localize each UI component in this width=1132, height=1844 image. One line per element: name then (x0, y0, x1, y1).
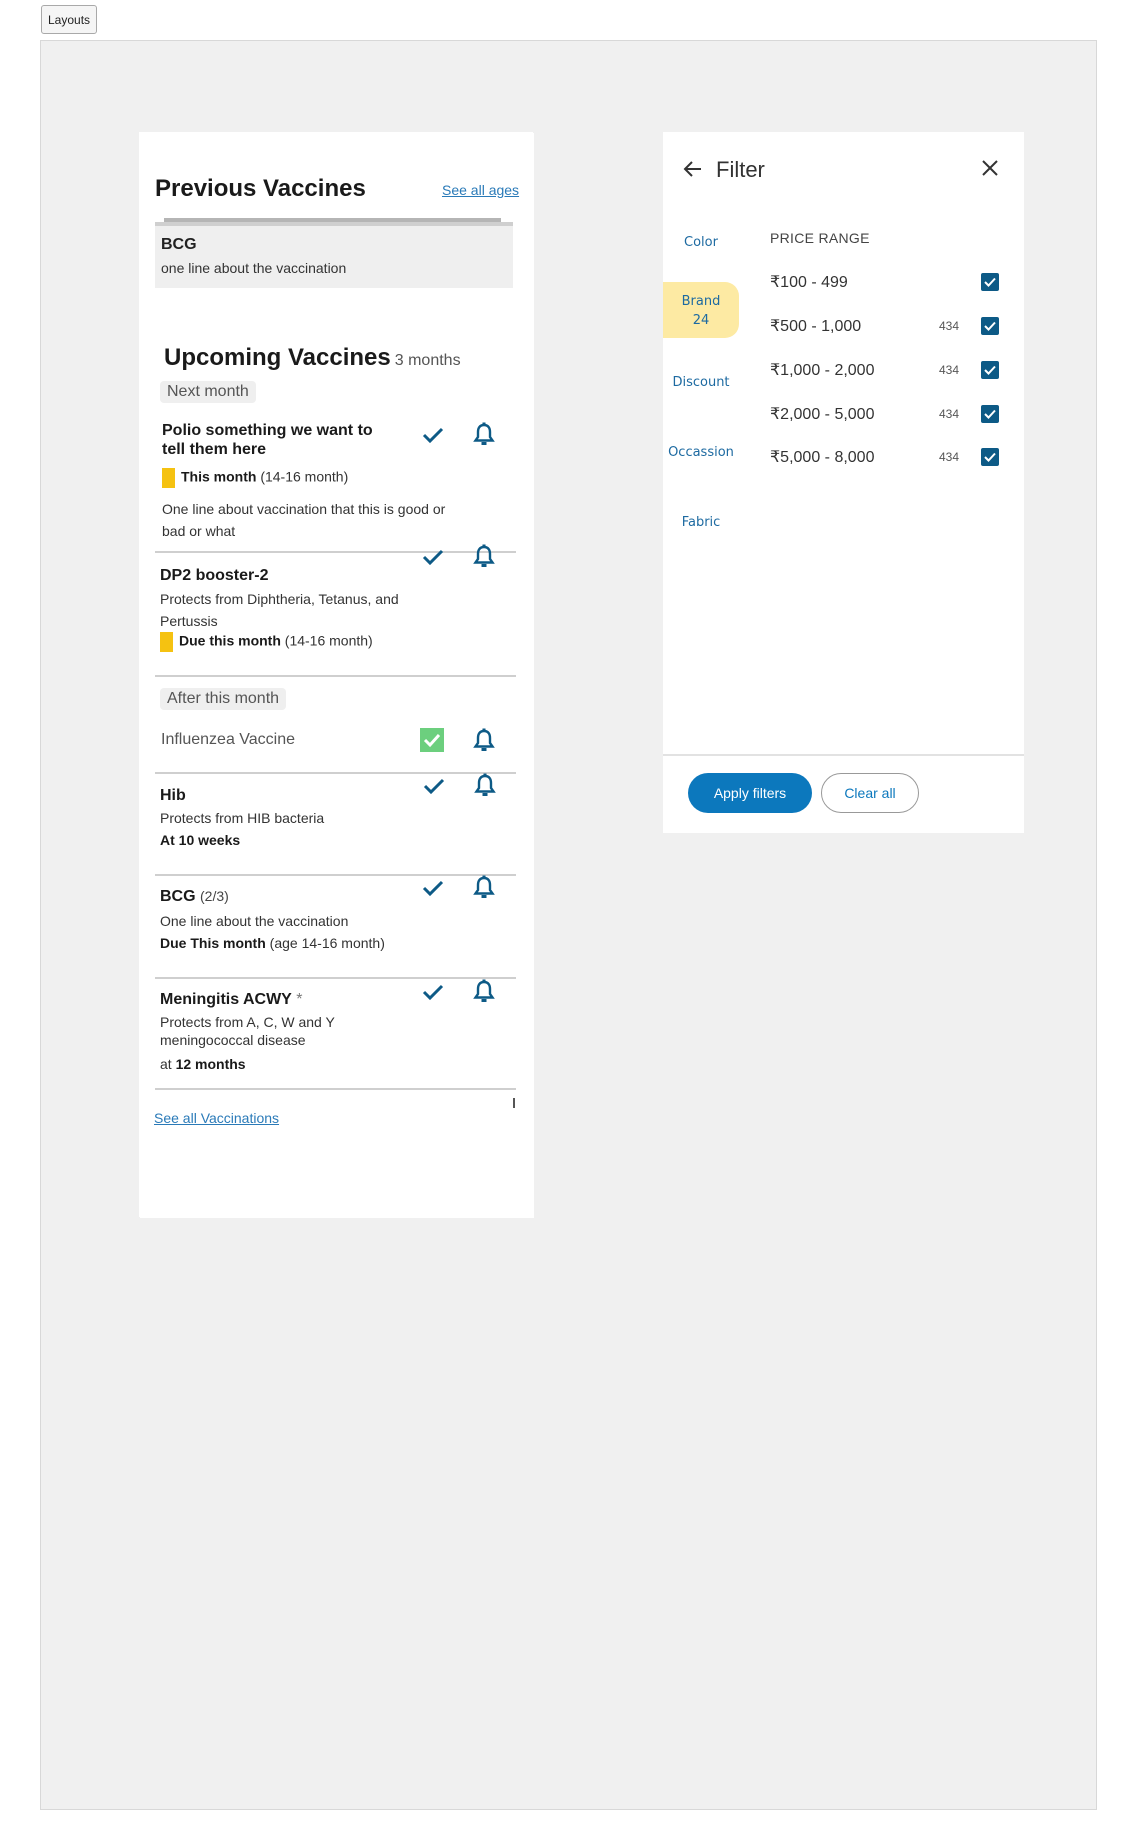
price-range-count: 434 (939, 363, 960, 377)
vaccine-title: BCG (160, 888, 196, 905)
price-range-checkbox[interactable] (981, 273, 999, 291)
filter-tab-brand[interactable]: Brand 24 (663, 282, 739, 338)
when-prefix: at (160, 1056, 176, 1072)
upcoming-vaccines-title: Upcoming Vaccines 3 months (164, 344, 461, 372)
due-strong: Due This month (160, 935, 266, 951)
vaccine-desc: Protects from Diphtheria, Tetanus, and P… (160, 591, 399, 629)
vaccine-due: Due This month (age 14-16 month) (160, 935, 385, 951)
see-all-ages-link[interactable]: See all ages (442, 182, 519, 198)
divider (155, 1088, 516, 1090)
tab-label: Brand (681, 294, 721, 309)
due-strong: Due this month (179, 632, 281, 649)
previous-vaccine-card[interactable]: BCG one line about the vaccination (155, 222, 513, 288)
vaccine-polio[interactable]: Polio something we want to tell them her… (162, 421, 377, 459)
next-month-chip: Next month (160, 381, 256, 403)
price-range-checkbox[interactable] (981, 448, 999, 466)
vaccine-influenza[interactable]: Influenzea Vaccine (161, 731, 295, 749)
bell-icon[interactable] (473, 544, 495, 568)
previous-vaccine-name: BCG (161, 236, 197, 253)
upcoming-title-text: Upcoming Vaccines (164, 344, 391, 371)
bell-icon[interactable] (473, 875, 495, 899)
when-strong: 12 months (175, 1056, 246, 1072)
previous-vaccine-desc: one line about the vaccination (161, 260, 347, 276)
divider (155, 772, 516, 774)
check-icon[interactable] (422, 983, 444, 1001)
filter-tab-fabric[interactable]: Fabric (663, 515, 739, 530)
clear-all-button[interactable]: Clear all (821, 773, 919, 813)
upcoming-subtitle: 3 months (394, 352, 461, 369)
vaccine-desc: Protects from A, C, W and Y meningococca… (160, 1014, 335, 1048)
bell-icon[interactable] (473, 422, 495, 446)
price-range-label[interactable]: ₹500 - 1,000 (770, 316, 861, 336)
vaccine-title: Meningitis ACWY (160, 991, 292, 1008)
check-icon[interactable] (422, 879, 444, 897)
price-range-label[interactable]: ₹100 - 499 (770, 272, 848, 292)
after-this-month-chip: After this month (160, 688, 287, 710)
filter-tab-color[interactable]: Color (663, 235, 739, 250)
asterisk-mark: * (296, 991, 303, 1008)
due-indicator (160, 632, 173, 652)
filter-tab-discount[interactable]: Discount (663, 375, 739, 390)
footer-divider (663, 754, 1024, 756)
vaccine-desc: One line about vaccination that this is … (162, 501, 446, 539)
price-range-checkbox[interactable] (981, 361, 999, 379)
vaccine-dose: (2/3) (200, 888, 229, 904)
vaccine-hib-title[interactable]: Hib (160, 786, 186, 805)
due-rest: (14-16 month) (280, 632, 373, 649)
filter-panel: Filter Color Brand 24 Discount Occassion… (663, 132, 1024, 833)
vaccine-desc: Protects from HIB bacteria (160, 810, 325, 826)
bell-icon[interactable] (473, 979, 495, 1003)
tab-count: 24 (692, 313, 710, 328)
scroll-marker (513, 1098, 515, 1108)
price-range-count: 434 (939, 407, 960, 421)
due-rest: (age 14-16 month) (265, 935, 385, 951)
price-range-label[interactable]: ₹1,000 - 2,000 (770, 360, 874, 380)
price-range-label[interactable]: ₹2,000 - 5,000 (770, 404, 874, 424)
see-all-vaccinations-link[interactable]: See all Vaccinations (154, 1110, 279, 1126)
due-strong: This month (181, 468, 257, 485)
vaccine-when: at 12 months (160, 1056, 246, 1072)
check-icon[interactable] (422, 548, 444, 566)
vaccine-due: This month (14-16 month) (162, 468, 348, 488)
filter-tab-occassion[interactable]: Occassion (663, 445, 739, 460)
divider (155, 551, 516, 553)
arrow-left-icon[interactable] (683, 159, 703, 179)
bell-icon[interactable] (473, 728, 495, 752)
vaccine-dp2-title[interactable]: DP2 booster-2 (160, 566, 268, 585)
vaccine-meningitis[interactable]: Meningitis ACWY * (160, 990, 303, 1009)
divider (155, 675, 516, 677)
price-range-checkbox[interactable] (981, 405, 999, 423)
check-icon[interactable] (423, 777, 445, 795)
check-icon[interactable] (422, 426, 444, 444)
price-range-count: 434 (939, 450, 960, 464)
vaccine-desc: One line about the vaccination (160, 913, 349, 929)
previous-vaccines-title: Previous Vaccines (155, 175, 366, 202)
vaccine-due: Due this month (14-16 month) (160, 632, 373, 652)
filter-title: Filter (716, 157, 765, 182)
price-range-heading: PRICE RANGE (770, 230, 870, 246)
due-indicator (162, 468, 175, 488)
layouts-button[interactable]: Layouts (41, 5, 98, 34)
close-icon[interactable] (981, 159, 999, 177)
price-range-label[interactable]: ₹5,000 - 8,000 (770, 447, 874, 467)
divider (155, 874, 516, 876)
vaccine-bcg[interactable]: BCG (2/3) (160, 887, 229, 906)
divider (155, 977, 516, 979)
price-range-count: 434 (939, 319, 960, 333)
apply-filters-button[interactable]: Apply filters (688, 773, 812, 813)
vaccine-when: At 10 weeks (160, 832, 241, 848)
price-range-checkbox[interactable] (981, 317, 999, 335)
vaccine-title: Polio something we want to tell them her… (162, 422, 373, 458)
due-rest: (14-16 month) (256, 468, 349, 485)
vaccines-card: Previous Vaccines See all ages BCG one l… (139, 132, 533, 1217)
done-check-icon[interactable] (420, 728, 444, 752)
bell-icon[interactable] (474, 773, 496, 797)
